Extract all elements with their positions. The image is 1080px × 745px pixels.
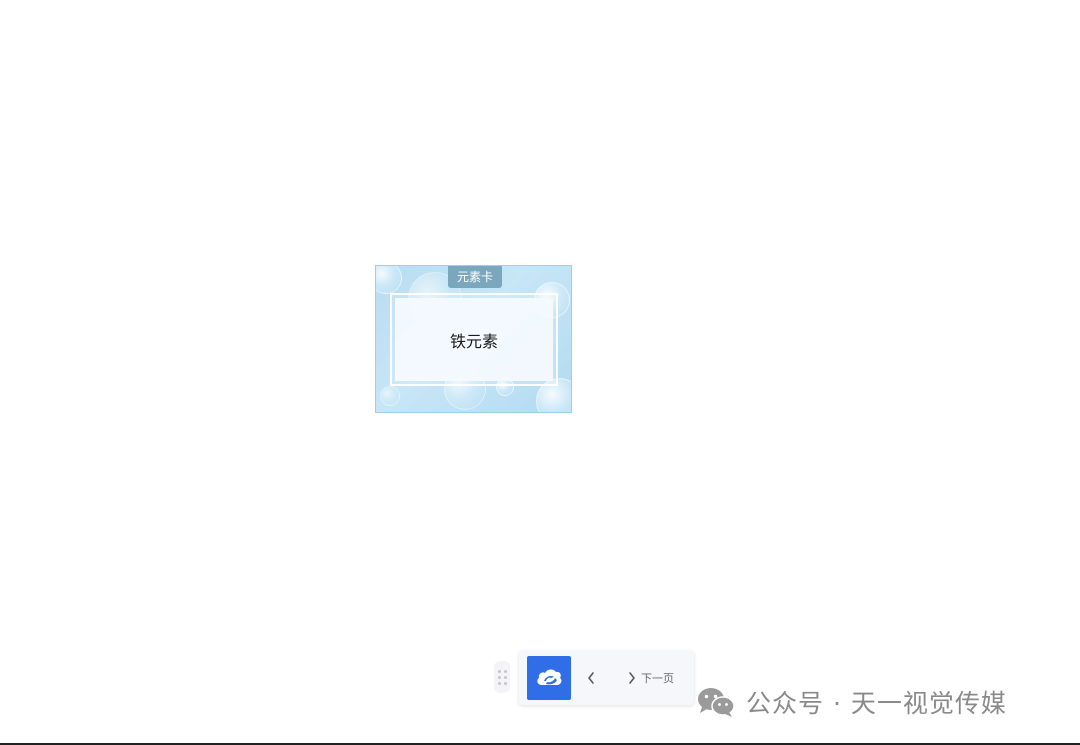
next-page-label: 下一页 <box>641 672 674 685</box>
watermark-text: 公众号 · 天一视觉传媒 <box>746 689 1007 718</box>
drag-handle-icon[interactable] <box>494 661 510 693</box>
card-frame: 铁元素 <box>390 293 558 386</box>
prev-page-button[interactable] <box>583 666 599 690</box>
next-page-button[interactable]: 下一页 <box>627 666 674 690</box>
chevron-right-icon <box>629 672 635 684</box>
app-button[interactable] <box>527 656 571 700</box>
decorative-bubble <box>376 266 402 294</box>
card-text: 铁元素 <box>449 331 498 351</box>
decorative-bubble <box>380 386 400 406</box>
card-content: 铁元素 <box>395 298 553 381</box>
card-tag: 元素卡 <box>448 266 502 288</box>
wechat-icon <box>698 688 735 717</box>
presentation-toolbar: 下一页 <box>519 651 694 705</box>
element-card[interactable]: 元素卡 铁元素 <box>375 265 572 413</box>
chevron-left-icon <box>588 672 594 684</box>
watermark: 公众号 · 天一视觉传媒 <box>696 684 1007 720</box>
cloud-app-icon <box>537 669 562 685</box>
